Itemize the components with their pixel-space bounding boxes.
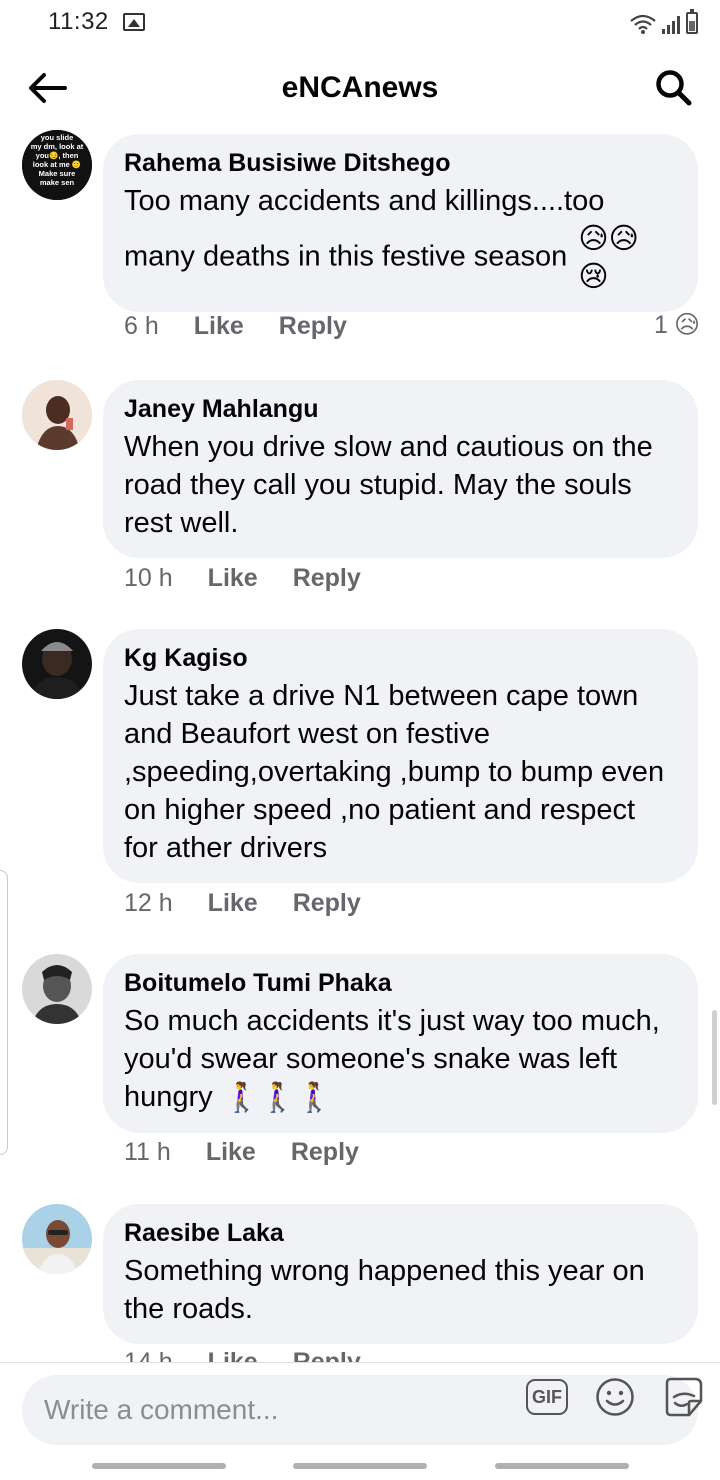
sticker-icon — [665, 1377, 703, 1417]
comment-bubble[interactable]: Rahema Busisiwe Ditshego Too many accide… — [103, 134, 698, 312]
composer-actions: GIF — [524, 1374, 706, 1420]
nav-home-button[interactable] — [293, 1463, 427, 1469]
emoji-icon — [596, 1378, 634, 1416]
comment-bubble[interactable]: Raesibe Laka Something wrong happened th… — [103, 1204, 698, 1344]
reply-button[interactable]: Reply — [279, 312, 347, 341]
comment-author[interactable]: Raesibe Laka — [124, 1218, 676, 1248]
svg-text:Make sure: Make sure — [39, 169, 76, 178]
reaction-count-number: 1 — [654, 310, 668, 339]
reply-button[interactable]: Reply — [293, 1348, 361, 1362]
svg-text:you slide: you slide — [41, 133, 74, 142]
svg-text:my dm, look at: my dm, look at — [31, 142, 84, 151]
comment-meta: 11 h Like Reply — [124, 1138, 359, 1167]
avatar[interactable] — [22, 1204, 92, 1274]
svg-text:you😏, then: you😏, then — [36, 151, 79, 160]
comment-time[interactable]: 11 h — [124, 1138, 171, 1167]
system-nav-bar — [0, 1454, 720, 1480]
comment-author[interactable]: Janey Mahlangu — [124, 394, 676, 424]
status-icons — [630, 9, 698, 34]
comment-time[interactable]: 14 h — [124, 1348, 173, 1362]
nav-back-button[interactable] — [495, 1463, 629, 1469]
avatar[interactable]: you slide my dm, look at you😏, then look… — [22, 130, 92, 200]
sticker-button[interactable] — [660, 1374, 706, 1420]
comment-meta: 14 h Like Reply — [124, 1348, 361, 1362]
avatar[interactable] — [22, 629, 92, 699]
comment-meta: 10 h Like Reply — [124, 564, 361, 593]
like-button[interactable]: Like — [206, 1138, 256, 1167]
reply-button[interactable]: Reply — [291, 1138, 359, 1167]
comment-bubble[interactable]: Boitumelo Tumi Phaka So much accidents i… — [103, 954, 698, 1134]
comment-author[interactable]: Rahema Busisiwe Ditshego — [124, 148, 676, 178]
comment-meta: 6 h Like Reply — [124, 312, 347, 341]
search-button[interactable] — [652, 66, 696, 110]
walking-woman-emoji: 🚶‍♀️🚶‍♀️🚶‍♀️ — [223, 1082, 333, 1115]
reaction-count[interactable]: 1 😥 — [654, 310, 700, 340]
sad-emoji: 😥😥 😢 — [578, 223, 639, 293]
edge-panel-handle[interactable] — [0, 870, 8, 1155]
comment-author[interactable]: Boitumelo Tumi Phaka — [124, 968, 676, 998]
comment-time[interactable]: 10 h — [124, 564, 173, 593]
emoji-button[interactable] — [592, 1374, 638, 1420]
battery-icon — [686, 9, 698, 34]
svg-text:look at me 🙂: look at me 🙂 — [33, 160, 82, 169]
back-button[interactable] — [22, 68, 72, 108]
comment-text-body: Too many accidents and killings....too m… — [124, 185, 605, 273]
like-button[interactable]: Like — [208, 889, 258, 918]
comment-composer: GIF — [0, 1362, 720, 1480]
gif-icon: GIF — [526, 1379, 568, 1415]
sad-reaction-icon: 😥 — [673, 311, 700, 339]
comment-text: Something wrong happened this year on th… — [124, 1255, 645, 1325]
reply-button[interactable]: Reply — [293, 889, 361, 918]
back-arrow-icon — [29, 73, 67, 103]
signal-icon — [662, 16, 680, 34]
comment-author[interactable]: Kg Kagiso — [124, 643, 676, 673]
avatar[interactable] — [22, 954, 92, 1024]
like-button[interactable]: Like — [194, 312, 244, 341]
comment-time[interactable]: 6 h — [124, 312, 159, 341]
comment-text: So much accidents it's just way too much… — [124, 1002, 676, 1117]
comment-bubble[interactable]: Janey Mahlangu When you drive slow and c… — [103, 380, 698, 558]
status-bar: 11:32 — [0, 0, 720, 44]
search-icon — [656, 70, 692, 106]
svg-text:make sen: make sen — [40, 178, 75, 187]
comment-text: When you drive slow and cautious on the … — [124, 431, 653, 539]
comment-input[interactable] — [44, 1394, 484, 1426]
like-button[interactable]: Like — [208, 1348, 258, 1362]
gif-button[interactable]: GIF — [524, 1374, 570, 1420]
comment-list: you slide my dm, look at you😏, then look… — [0, 126, 720, 1362]
comment-text-body: So much accidents it's just way too much… — [124, 1005, 660, 1113]
wifi-icon — [630, 14, 656, 34]
avatar[interactable] — [22, 380, 92, 450]
reply-button[interactable]: Reply — [293, 564, 361, 593]
like-button[interactable]: Like — [208, 564, 258, 593]
nav-recents-button[interactable] — [92, 1463, 226, 1469]
image-icon — [122, 13, 145, 31]
status-time: 11:32 — [48, 8, 109, 35]
scrollbar[interactable] — [712, 1010, 717, 1105]
page-title: eNCAnews — [281, 71, 439, 104]
header: eNCAnews — [0, 50, 720, 126]
comment-time[interactable]: 12 h — [124, 889, 173, 918]
comment-bubble[interactable]: Kg Kagiso Just take a drive N1 between c… — [103, 629, 698, 883]
comment-text: Just take a drive N1 between cape town a… — [124, 680, 665, 864]
comment-text: Too many accidents and killings....too m… — [124, 182, 676, 296]
comment-meta: 12 h Like Reply — [124, 889, 361, 918]
